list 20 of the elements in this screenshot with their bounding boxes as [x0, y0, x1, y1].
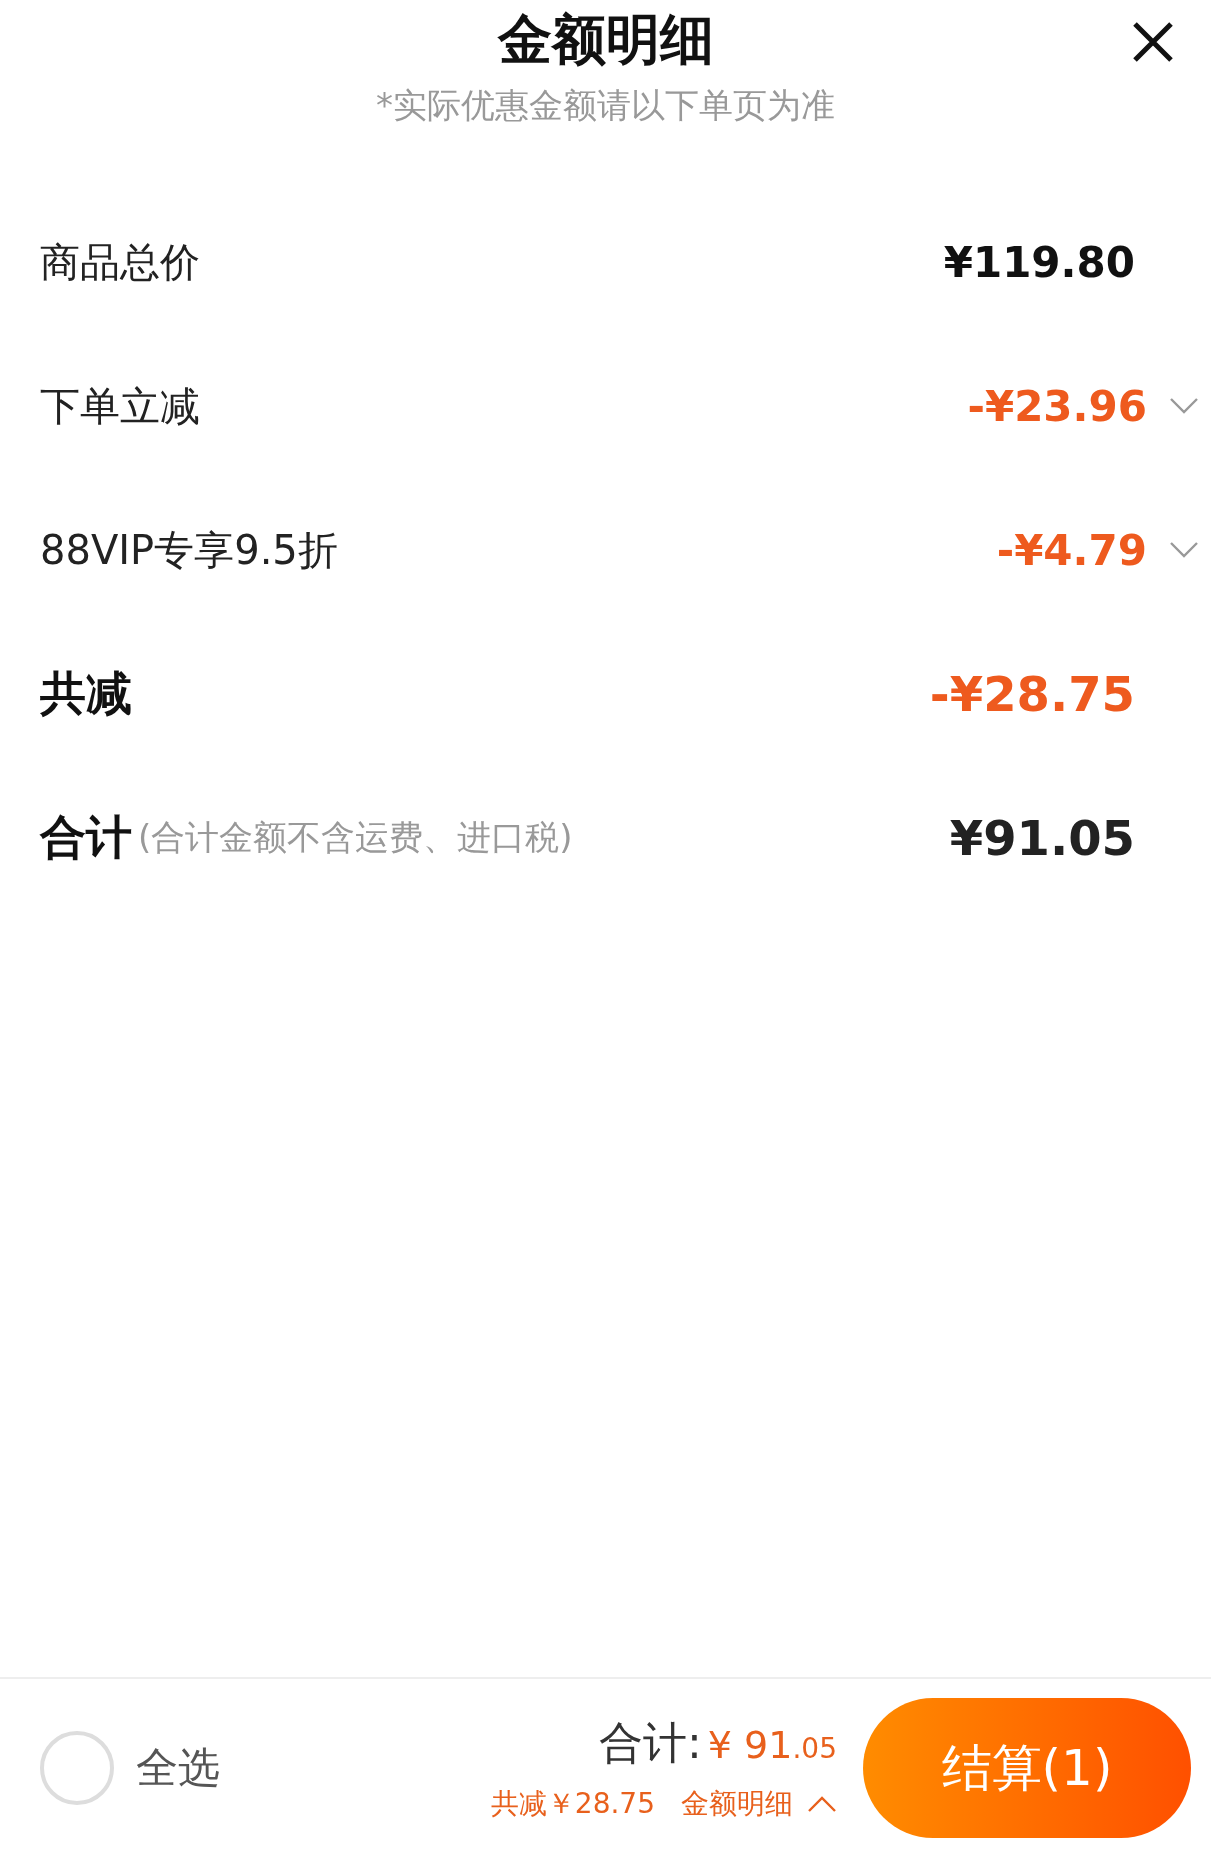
row-label: 商品总价: [40, 237, 200, 287]
total-label: 合计:: [599, 1715, 702, 1770]
row-amount: ¥119.80: [943, 237, 1135, 287]
checkout-button[interactable]: 结算(1): [863, 1698, 1191, 1838]
row-amount: -¥23.96: [967, 381, 1147, 431]
row-label: 合计: [40, 809, 132, 866]
row-label: 下单立减: [40, 381, 200, 431]
row-amount: -¥28.75: [929, 666, 1135, 722]
total-amount: ¥ 91.05: [707, 1722, 837, 1767]
select-all-label: 全选: [136, 1742, 220, 1794]
close-icon[interactable]: [1131, 20, 1175, 64]
sheet-subtitle: *实际优惠金额请以下单页为准: [376, 84, 835, 127]
row-note: (合计金额不含运费、进口税): [138, 816, 573, 859]
row-label: 88VIP专享9.5折: [40, 525, 338, 575]
row-label: 共减: [40, 665, 132, 722]
row-amount: ¥91.05: [949, 810, 1135, 866]
sheet-title: 金额明细: [497, 7, 714, 73]
details-link[interactable]: 金额明细: [681, 1784, 837, 1823]
discount-total: 共减￥28.75: [490, 1785, 655, 1822]
row-amount: -¥4.79: [996, 525, 1147, 575]
